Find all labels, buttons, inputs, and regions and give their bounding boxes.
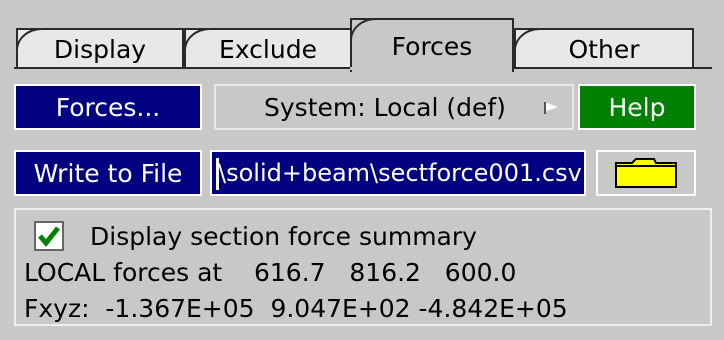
tab-corner: [350, 18, 378, 42]
tab-corner: [16, 28, 44, 52]
tab-other-label: Other: [568, 34, 640, 64]
help-button-label: Help: [608, 92, 666, 122]
forces-button[interactable]: Forces...: [14, 84, 202, 130]
display-summary-label: Display section force summary: [90, 221, 477, 251]
forces-button-label: Forces...: [55, 92, 161, 122]
browse-folder-button[interactable]: [596, 150, 696, 196]
tab-exclude-label: Exclude: [219, 34, 317, 64]
tab-display[interactable]: Display: [16, 28, 184, 68]
tab-other[interactable]: Other: [514, 28, 694, 68]
file-path-value: \solid+beam\sectforce001.csv: [218, 159, 582, 187]
text-caret: [216, 158, 219, 190]
folder-icon: [615, 158, 677, 188]
tab-exclude[interactable]: Exclude: [184, 28, 352, 68]
display-summary-checkbox[interactable]: [34, 221, 64, 251]
system-dropdown-label: System: Local (def): [264, 92, 506, 122]
tab-forces[interactable]: Forces: [350, 18, 514, 72]
tab-baseline-gap: [350, 67, 512, 70]
checkmark-icon: [38, 226, 60, 247]
system-dropdown[interactable]: System: Local (def): [214, 84, 574, 130]
tab-display-label: Display: [53, 34, 147, 64]
tab-corner: [184, 28, 212, 52]
flag-arrow-icon: [544, 102, 558, 114]
help-button[interactable]: Help: [578, 84, 696, 130]
write-to-file-label: Write to File: [33, 158, 183, 188]
local-forces-line: LOCAL forces at 616.7 816.2 600.0: [24, 258, 517, 287]
tab-forces-label: Forces: [391, 31, 473, 61]
display-summary-toggle[interactable]: Display section force summary: [34, 218, 477, 254]
tab-corner: [514, 28, 542, 52]
file-path-input[interactable]: \solid+beam\sectforce001.csv: [210, 150, 586, 196]
section-force-summary: Display section force summary LOCAL forc…: [14, 208, 712, 326]
write-to-file-button[interactable]: Write to File: [14, 150, 202, 196]
forces-panel: Display Exclude Forces Other Forces... S…: [0, 0, 724, 340]
fxyz-line: Fxyz: -1.367E+05 9.047E+02 -4.842E+05: [24, 294, 568, 323]
